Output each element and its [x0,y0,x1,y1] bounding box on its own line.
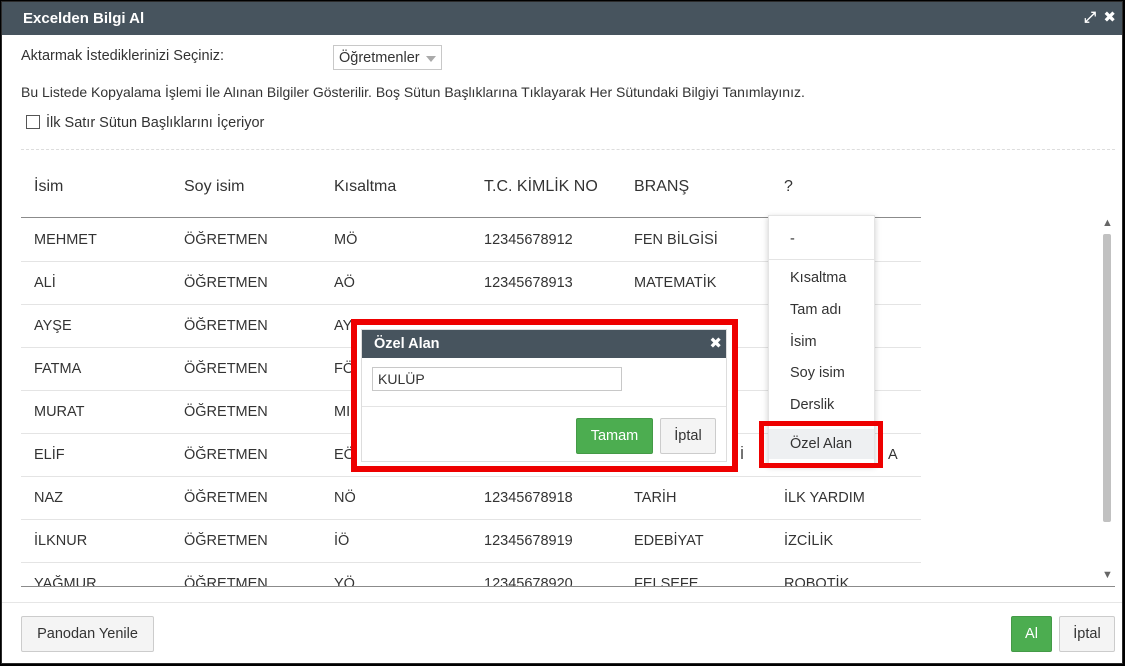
dropdown-item[interactable]: Derslik [769,397,874,413]
table-cell: ÖĞRETMEN [184,447,268,463]
column-header[interactable]: ? [784,178,793,196]
table-bottom-border [21,586,1115,587]
column-header[interactable]: Soy isim [184,178,244,196]
table-cell: İLKNUR [34,533,88,549]
table-cell: ROBOTİK [784,576,850,586]
table-cell: MURAT [34,404,85,420]
dropdown-item[interactable]: Kısaltma [769,270,874,286]
table-row: NAZ ÖĞRETMEN NÖ 12345678918 TARİH İLK YA… [21,477,921,520]
table-cell: İZCİLİK [784,533,834,549]
table-cell: ÖĞRETMEN [184,232,268,248]
checkbox-label: İlk Satır Sütun Başlıklarını İçeriyor [46,115,265,131]
dialog-title: Excelden Bilgi Al [23,10,145,27]
column-header[interactable]: İsim [34,178,63,196]
table-cell: ÖĞRETMEN [184,490,268,506]
table-cell: TARİH [634,490,677,506]
custom-field-dialog-title: Özel Alan [374,336,440,352]
table-cell: FELSEFE [634,576,699,586]
table-cell: ÖĞRETMEN [184,275,268,291]
table-row: YAĞMUR ÖĞRETMEN YÖ 12345678920 FELSEFE R… [21,563,921,586]
select-value: Öğretmenler [339,50,420,66]
footer-divider [2,602,1122,603]
info-text: Bu Listede Kopyalama İşlemi İle Alınan B… [21,84,805,100]
table-cell: ÖĞRETMEN [184,318,268,334]
close-icon[interactable]: ✖ [709,334,722,352]
table-cell: EDEBİYAT [634,533,704,549]
table-cell: 12345678918 [484,490,573,506]
column-header[interactable]: T.C. KİMLİK NO [484,178,598,196]
table-cell: MATEMATİK [634,275,717,291]
close-icon[interactable]: ✖ [1103,8,1116,26]
table-cell: ALİ [34,275,56,291]
table-cell: ÖĞRETMEN [184,533,268,549]
table-cell: FATMA [34,361,82,377]
table-cell: ÖĞRETMEN [184,404,268,420]
import-type-select[interactable]: Öğretmenler [333,45,442,70]
table-cell: YAĞMUR [34,576,97,586]
table-cell: AÖ [334,275,355,291]
custom-field-dialog: Özel Alan ✖ Tamam İptal [361,329,727,462]
scroll-up-icon[interactable]: ▲ [1102,217,1113,229]
column-header[interactable]: Kısaltma [334,178,396,196]
table-cell: 12345678912 [484,232,573,248]
table-cell: 12345678919 [484,533,573,549]
table-cell: İÖ [334,533,350,549]
custom-field-dialog-titlebar: Özel Alan ✖ [362,330,726,358]
dialog-divider [362,406,726,407]
table-header: İsim Soy isim Kısaltma T.C. KİMLİK NO BR… [21,160,921,218]
table-cell: YÖ [334,576,355,586]
dropdown-separator [769,259,874,260]
refresh-from-clipboard-button[interactable]: Panodan Yenile [21,616,154,652]
table-cell: 12345678920 [484,576,573,586]
expand-icon[interactable]: ⤢ [1084,9,1096,26]
column-header[interactable]: BRANŞ [634,178,689,196]
chevron-down-icon [426,56,436,62]
dropdown-item[interactable]: Tam adı [769,302,874,318]
header-row-checkbox[interactable] [26,115,40,129]
cancel-button[interactable]: İptal [660,418,716,454]
table-cell: ÖĞRETMEN [184,361,268,377]
table-cell: ELİF [34,447,65,463]
select-label: Aktarmak İstediklerinizi Seçiniz: [21,48,225,64]
table-cell: AYŞE [34,318,72,334]
scroll-down-icon[interactable]: ▼ [1102,569,1113,581]
header-row-checkbox-row[interactable]: İlk Satır Sütun Başlıklarını İçeriyor [26,115,264,131]
table-row: İLKNUR ÖĞRETMEN İÖ 12345678919 EDEBİYAT … [21,520,921,563]
dropdown-item[interactable]: - [769,231,874,247]
import-button[interactable]: Al [1011,616,1052,652]
table-cell: NAZ [34,490,63,506]
table-cell: İ [740,447,745,463]
table-cell: MI [334,404,351,420]
table-cell: İLK YARDIM [784,490,865,506]
highlight-box [759,421,883,468]
dropdown-item[interactable]: Soy isim [769,365,874,381]
table-cell: ÖĞRETMEN [184,576,268,586]
dialog-titlebar: Excelden Bilgi Al ⤢ ✖ [2,2,1122,35]
vertical-scrollbar[interactable] [1103,234,1111,522]
divider [21,149,1115,150]
table-cell: FEN BİLGİSİ [634,232,718,248]
table-cell: NÖ [334,490,356,506]
dropdown-item[interactable]: İsim [769,334,874,350]
custom-field-name-input[interactable] [372,367,622,391]
table-cell: AY [334,318,353,334]
table-cell: A [888,447,898,463]
table-cell: 12345678913 [484,275,573,291]
table-cell: MEHMET [34,232,97,248]
cancel-button[interactable]: İptal [1059,616,1115,652]
table-cell: MÖ [334,232,358,248]
ok-button[interactable]: Tamam [576,418,653,454]
